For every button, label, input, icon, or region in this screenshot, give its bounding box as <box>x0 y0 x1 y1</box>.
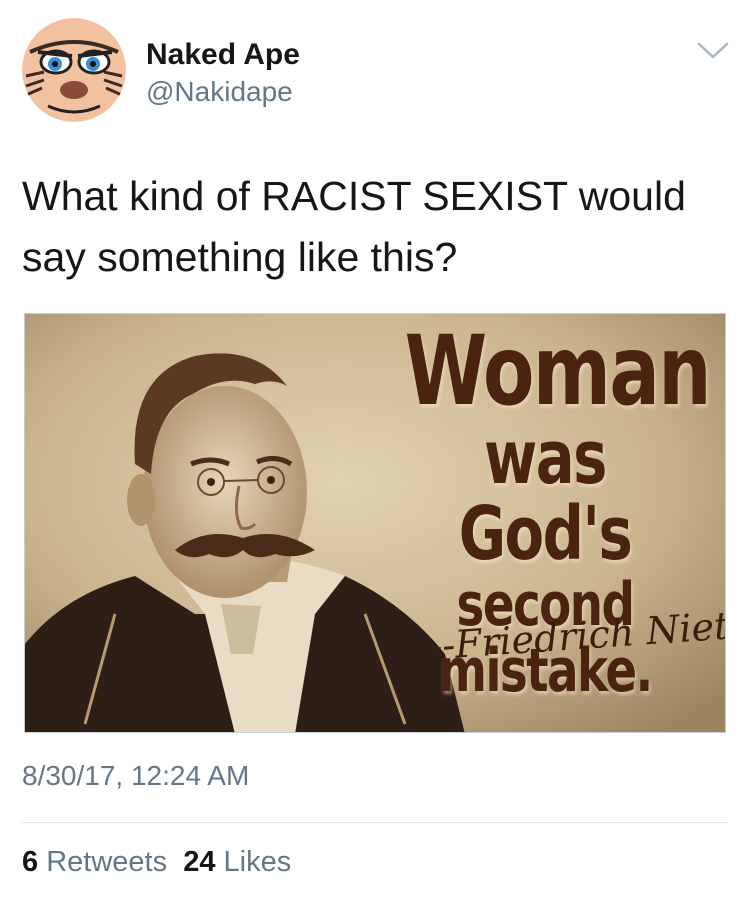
tweet-stats: 6 Retweets 24 Likes <box>22 846 291 879</box>
retweets-label: Retweets <box>46 846 168 878</box>
avatar[interactable] <box>22 18 126 122</box>
tweet-timestamp[interactable]: 8/30/17, 12:24 AM <box>22 760 249 792</box>
display-name[interactable]: Naked Ape <box>146 38 300 72</box>
quote-line-1: Woman <box>404 315 712 427</box>
retweets-stat[interactable]: 6 Retweets <box>22 846 167 878</box>
user-handle[interactable]: @Nakidape <box>146 76 293 108</box>
likes-label: Likes <box>223 846 292 878</box>
avatar-image <box>22 18 126 122</box>
chevron-down-icon[interactable] <box>696 38 730 62</box>
tweet-text: What kind of RACIST SEXIST would say som… <box>22 173 686 280</box>
likes-stat[interactable]: 24 Likes <box>183 846 291 878</box>
retweets-count: 6 <box>22 846 39 878</box>
tweet-image[interactable]: Woman was God's second mistake. --Friedr… <box>24 313 726 733</box>
divider <box>22 822 728 823</box>
quote-line-2: was God's <box>458 415 633 577</box>
likes-count: 24 <box>183 846 216 878</box>
